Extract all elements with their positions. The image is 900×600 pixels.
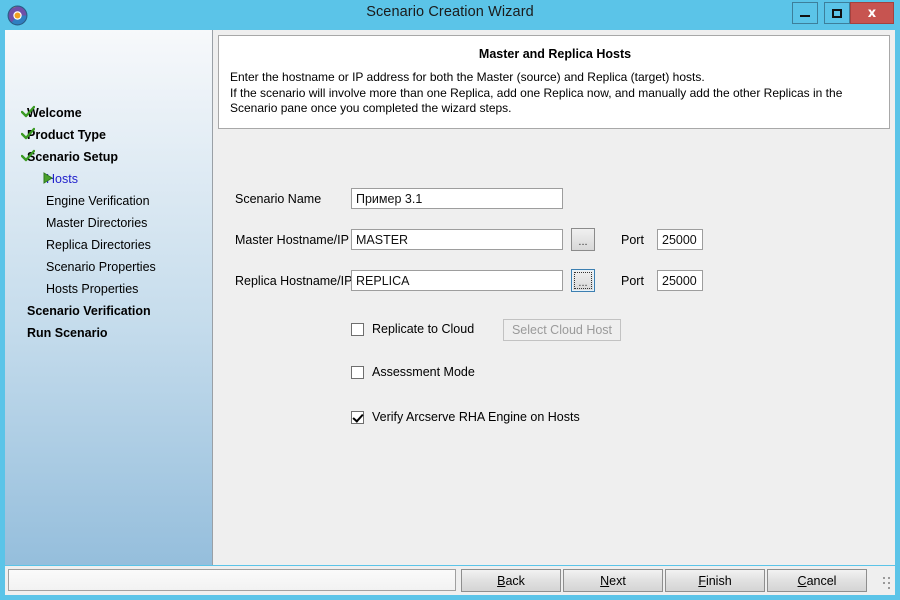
replicate-to-cloud-checkbox[interactable]: [351, 322, 364, 336]
sidebar-item-scenario-setup[interactable]: Scenario Setup: [5, 146, 213, 168]
close-button[interactable]: x: [850, 2, 894, 24]
assessment-mode-checkbox[interactable]: [351, 365, 364, 379]
verify-engine-checkbox[interactable]: [351, 410, 364, 424]
sidebar-item-hosts[interactable]: Hosts: [5, 168, 213, 190]
main-panel: Master and Replica Hosts Enter the hostn…: [213, 30, 895, 565]
sidebar-item-hosts-properties[interactable]: Hosts Properties: [5, 278, 213, 300]
replicate-to-cloud-row: Replicate to Cloud Select Cloud Host: [351, 319, 621, 341]
finish-mnemonic: F: [698, 573, 706, 588]
green-check-icon: [20, 127, 36, 141]
resize-grip-icon[interactable]: [879, 577, 892, 590]
minimize-icon: [800, 15, 810, 17]
dialog-button-bar: Back Next Finish Cancel: [5, 566, 895, 595]
assessment-mode-row: Assessment Mode: [351, 365, 475, 379]
sidebar-item-scenario-properties[interactable]: Scenario Properties: [5, 256, 213, 278]
sidebar-item-label: Product Type: [27, 128, 106, 142]
sidebar-item-product-type[interactable]: Product Type: [5, 124, 213, 146]
back-button[interactable]: Back: [461, 569, 561, 592]
sidebar-item-replica-directories[interactable]: Replica Directories: [5, 234, 213, 256]
focus-ring: [574, 272, 592, 289]
assessment-mode-label[interactable]: Assessment Mode: [372, 365, 475, 379]
sidebar-item-label: Scenario Properties: [46, 260, 156, 274]
hosts-form: Scenario Name Master Hostname/IP ... Por…: [218, 136, 890, 560]
replica-port-label: Port: [621, 274, 644, 288]
next-mnemonic: N: [600, 573, 610, 588]
client-area: Welcome Product Type Scenario Setup Host…: [5, 30, 895, 565]
cancel-mnemonic: C: [797, 573, 807, 588]
master-port-label: Port: [621, 233, 644, 247]
back-mnemonic: B: [497, 573, 506, 588]
sidebar-item-label: Engine Verification: [46, 194, 150, 208]
page-description: Enter the hostname or IP address for bot…: [230, 70, 882, 117]
sidebar-item-run-scenario[interactable]: Run Scenario: [5, 322, 213, 344]
wizard-window: Scenario Creation Wizard x Welcome Produ…: [0, 0, 900, 600]
select-cloud-host-label: Select Cloud Host: [511, 323, 613, 337]
sidebar-item-label: Scenario Verification: [27, 304, 151, 318]
replica-hostname-label: Replica Hostname/IP: [235, 274, 353, 288]
master-browse-label: ...: [578, 236, 588, 248]
window-title: Scenario Creation Wizard: [366, 4, 534, 20]
maximize-button[interactable]: [824, 2, 850, 24]
status-field: [8, 569, 456, 591]
sidebar-item-label: Run Scenario: [27, 326, 108, 340]
sidebar-item-engine-verification[interactable]: Engine Verification: [5, 190, 213, 212]
cancel-button[interactable]: Cancel: [767, 569, 867, 592]
next-label: ext: [609, 573, 626, 588]
page-header-box: Master and Replica Hosts Enter the hostn…: [218, 35, 890, 129]
finish-label: inish: [705, 573, 732, 588]
master-browse-button[interactable]: ...: [571, 228, 595, 251]
verify-engine-label[interactable]: Verify Arcserve RHA Engine on Hosts: [372, 410, 580, 424]
close-icon: x: [867, 5, 877, 21]
replica-browse-button[interactable]: ...: [571, 269, 595, 292]
sidebar-item-label: Scenario Setup: [27, 150, 118, 164]
finish-button[interactable]: Finish: [665, 569, 765, 592]
replicate-to-cloud-label[interactable]: Replicate to Cloud: [372, 322, 474, 336]
verify-engine-row: Verify Arcserve RHA Engine on Hosts: [351, 410, 580, 424]
sidebar-item-label: Welcome: [27, 106, 82, 120]
title-bar: Scenario Creation Wizard x: [0, 0, 900, 30]
wizard-steps-sidebar: Welcome Product Type Scenario Setup Host…: [5, 30, 213, 565]
next-button[interactable]: Next: [563, 569, 663, 592]
master-hostname-input[interactable]: [351, 229, 563, 250]
green-check-icon: [20, 105, 36, 119]
sidebar-item-scenario-verification[interactable]: Scenario Verification: [5, 300, 213, 322]
maximize-icon: [832, 8, 842, 18]
page-description-line1: Enter the hostname or IP address for bot…: [230, 70, 705, 84]
cancel-label: ancel: [806, 573, 837, 588]
master-port-input[interactable]: [657, 229, 703, 250]
green-arrow-icon: [43, 172, 54, 184]
replica-port-input[interactable]: [657, 270, 703, 291]
scenario-name-input[interactable]: [351, 188, 563, 209]
sidebar-item-master-directories[interactable]: Master Directories: [5, 212, 213, 234]
back-label: ack: [505, 573, 525, 588]
sidebar-item-welcome[interactable]: Welcome: [5, 102, 213, 124]
master-hostname-label: Master Hostname/IP: [235, 233, 349, 247]
sidebar-item-label: Master Directories: [46, 216, 148, 230]
select-cloud-host-button[interactable]: Select Cloud Host: [503, 319, 621, 341]
page-description-line2: If the scenario will involve more than o…: [230, 85, 843, 116]
sidebar-item-label: Replica Directories: [46, 238, 151, 252]
page-title: Master and Replica Hosts: [478, 47, 632, 61]
replica-hostname-input[interactable]: [351, 270, 563, 291]
green-check-icon: [20, 149, 36, 163]
minimize-button[interactable]: [792, 2, 818, 24]
sidebar-item-label: Hosts Properties: [46, 282, 139, 296]
scenario-name-label: Scenario Name: [235, 192, 322, 206]
